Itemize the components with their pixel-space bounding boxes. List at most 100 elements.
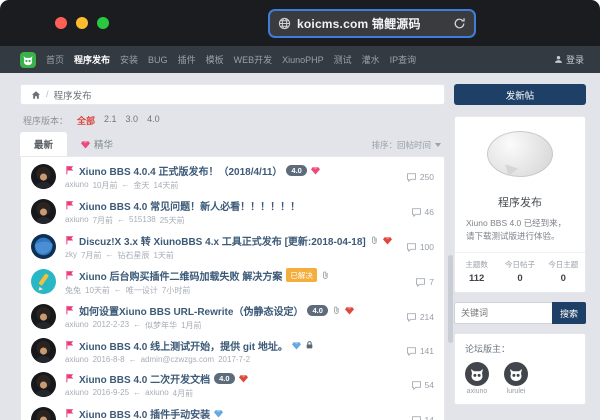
thread-title-link[interactable]: Discuz!X 3.x 转 XiunoBBS 4.x 工具正式发布 [更新:2…	[79, 233, 366, 248]
thread-title-link[interactable]: Xiuno BBS 4.0 插件手动安装	[79, 406, 210, 420]
flag-icon	[65, 235, 75, 245]
navbar: 首页 程序发布 安装 BUG 插件 模板 WEB开发 XiunoPHP 测试 灌水 IP查询 登录	[0, 46, 600, 73]
search-input[interactable]	[454, 302, 552, 325]
avatar[interactable]	[31, 372, 56, 397]
version-filter-option[interactable]: 4.0	[147, 114, 160, 127]
nav-item[interactable]: 灌水	[362, 53, 380, 66]
flag-icon	[65, 305, 75, 315]
reply-count[interactable]: 7	[415, 277, 434, 287]
moderators-list: axiuno lurulei	[465, 362, 575, 395]
reply-count[interactable]: 14	[411, 415, 434, 420]
moderator-name: axiuno	[466, 388, 488, 396]
tab-digest[interactable]: 精华	[67, 132, 127, 156]
avatar[interactable]	[31, 199, 56, 224]
login-label: 登录	[565, 55, 584, 65]
thread-row[interactable]: Xiuno BBS 4.0 常见问题！新人必看！！！！！！ axiuno 7月前 ←…	[21, 194, 444, 229]
refresh-button[interactable]	[453, 17, 466, 30]
gem-red-icon	[344, 306, 354, 315]
thread-title-link[interactable]: 如何设置Xiuno BBS URL-Rewrite（伪静态设定）	[79, 303, 303, 318]
minimize-window-button[interactable]	[76, 17, 88, 29]
moderator-item[interactable]: axiuno	[465, 362, 489, 395]
tab-latest[interactable]: 最新	[20, 132, 68, 156]
thread-row[interactable]: Xiuno BBS 4.0 插件手动安装 axiuno2016-11-17←Ma…	[21, 402, 444, 420]
reply-count[interactable]: 100	[406, 242, 434, 252]
avatar[interactable]	[31, 338, 56, 363]
thread-row[interactable]: Discuz!X 3.x 转 XiunoBBS 4.x 工具正式发布 [更新:2…	[21, 229, 444, 264]
version-filter-option[interactable]: 全部	[77, 114, 95, 127]
close-window-button[interactable]	[55, 17, 67, 29]
nav-item[interactable]: XiunoPHP	[282, 55, 324, 65]
thread-meta: axiuno 2016-9-25 ← axiuno 4月前	[65, 387, 194, 398]
flag-icon	[65, 340, 75, 350]
url-bar[interactable]: koicms.com 锦鲤源码	[268, 9, 476, 38]
reply-count[interactable]: 214	[406, 312, 434, 322]
nav-item[interactable]: 首页	[46, 53, 64, 66]
thread-meta: zky 7月前 ← 钻石星辰 1天前	[65, 249, 174, 260]
chevron-down-icon	[435, 143, 441, 147]
moderator-avatar[interactable]	[504, 362, 528, 387]
avatar[interactable]	[31, 407, 56, 420]
login-button[interactable]: 登录	[554, 53, 584, 66]
sidebar: 发新帖 程序发布 Xiuno BBS 4.0 已经到来，请下载测试版进行体验。 …	[454, 73, 586, 420]
zoom-window-button[interactable]	[97, 17, 109, 29]
reply-count[interactable]: 141	[406, 346, 434, 356]
site-logo-icon[interactable]	[20, 51, 36, 68]
thread-row[interactable]: 如何设置Xiuno BBS URL-Rewrite（伪静态设定） 4.0 axi…	[21, 299, 444, 334]
nav-item[interactable]: BUG	[148, 55, 168, 65]
url-text[interactable]: koicms.com 锦鲤源码	[297, 15, 421, 32]
gem-blue-icon	[291, 341, 301, 350]
reply-count[interactable]: 54	[411, 380, 434, 390]
nav-item[interactable]: 程序发布	[74, 53, 110, 66]
reply-count[interactable]: 250	[406, 172, 434, 182]
thread-meta: 兔兔 10天前 ← 唯一设计 7小时前	[65, 284, 191, 295]
home-icon[interactable]	[31, 90, 41, 100]
gem-red-icon	[238, 374, 248, 383]
moderator-item[interactable]: lurulei	[504, 362, 528, 395]
avatar[interactable]	[31, 234, 56, 259]
nav-item[interactable]: 模板	[206, 53, 224, 66]
comment-icon	[411, 415, 422, 420]
thread-title-link[interactable]: Xiuno BBS 4.0 线上测试开始，提供 git 地址。	[79, 338, 288, 353]
thread-row[interactable]: Xiuno BBS 4.0 二次开发文档 4.0 axiuno 2016-9-25…	[21, 367, 444, 402]
paperclip-icon	[332, 305, 341, 315]
nav-item[interactable]: 插件	[178, 53, 196, 66]
moderator-name: lurulei	[506, 388, 526, 396]
thread-meta: axiuno 2012-2-23 ← 似梦年华 1月前	[65, 319, 202, 330]
forum-description: Xiuno BBS 4.0 已经到来，请下载测试版进行体验。	[466, 218, 567, 242]
moderator-avatar[interactable]	[465, 362, 489, 387]
globe-icon	[278, 17, 291, 30]
thread-title-link[interactable]: Xiuno BBS 4.0.4 正式版发布！（2018/4/11）	[79, 163, 282, 178]
avatar[interactable]	[31, 304, 56, 329]
comment-icon	[406, 312, 417, 322]
new-post-button[interactable]: 发新帖	[454, 84, 586, 105]
sort-dropdown[interactable]: 排序：回帖时间	[371, 139, 445, 156]
gem-blue-icon	[214, 409, 224, 418]
version-filter-option[interactable]: 2.1	[104, 114, 117, 127]
gem-pink-icon	[310, 166, 320, 175]
comment-icon	[411, 380, 422, 390]
search-button[interactable]: 搜索	[552, 302, 586, 325]
nav-item[interactable]: IP查询	[390, 53, 417, 66]
nav-item[interactable]: WEB开发	[234, 53, 273, 66]
thread-row[interactable]: Xiuno 后台购买插件二维码加载失败 解决方案 已解决 兔兔 10天前 ← 唯一设计…	[21, 264, 444, 299]
breadcrumb-separator: /	[46, 89, 49, 100]
stat-item: 今日主题 0	[548, 260, 579, 285]
thread-title-link[interactable]: Xiuno BBS 4.0 二次开发文档	[79, 371, 210, 386]
nav-item[interactable]: 测试	[334, 53, 352, 66]
reply-count[interactable]: 46	[411, 207, 434, 217]
version-filter-label: 程序版本：	[23, 116, 69, 126]
thread-meta: axiuno 7月前 ← 515138 25天前	[65, 214, 185, 225]
scrollbar-thumb[interactable]	[448, 255, 453, 343]
avatar[interactable]	[31, 164, 56, 189]
thread-row[interactable]: Xiuno BBS 4.0 线上测试开始，提供 git 地址。 axiuno 20…	[21, 334, 444, 367]
comment-icon	[415, 277, 426, 287]
thread-title-link[interactable]: Xiuno 后台购买插件二维码加载失败 解决方案	[79, 268, 282, 283]
digest-gem-icon	[81, 140, 91, 149]
traffic-lights	[55, 17, 109, 29]
gem-red-icon	[382, 236, 392, 245]
thread-row[interactable]: Xiuno BBS 4.0.4 正式版发布！（2018/4/11） 4.0 ax…	[21, 159, 444, 194]
avatar[interactable]	[31, 269, 56, 294]
nav-item[interactable]: 安装	[120, 53, 138, 66]
version-filter-option[interactable]: 3.0	[126, 114, 139, 127]
thread-title-link[interactable]: Xiuno BBS 4.0 常见问题！新人必看！！！！！！	[79, 198, 300, 213]
